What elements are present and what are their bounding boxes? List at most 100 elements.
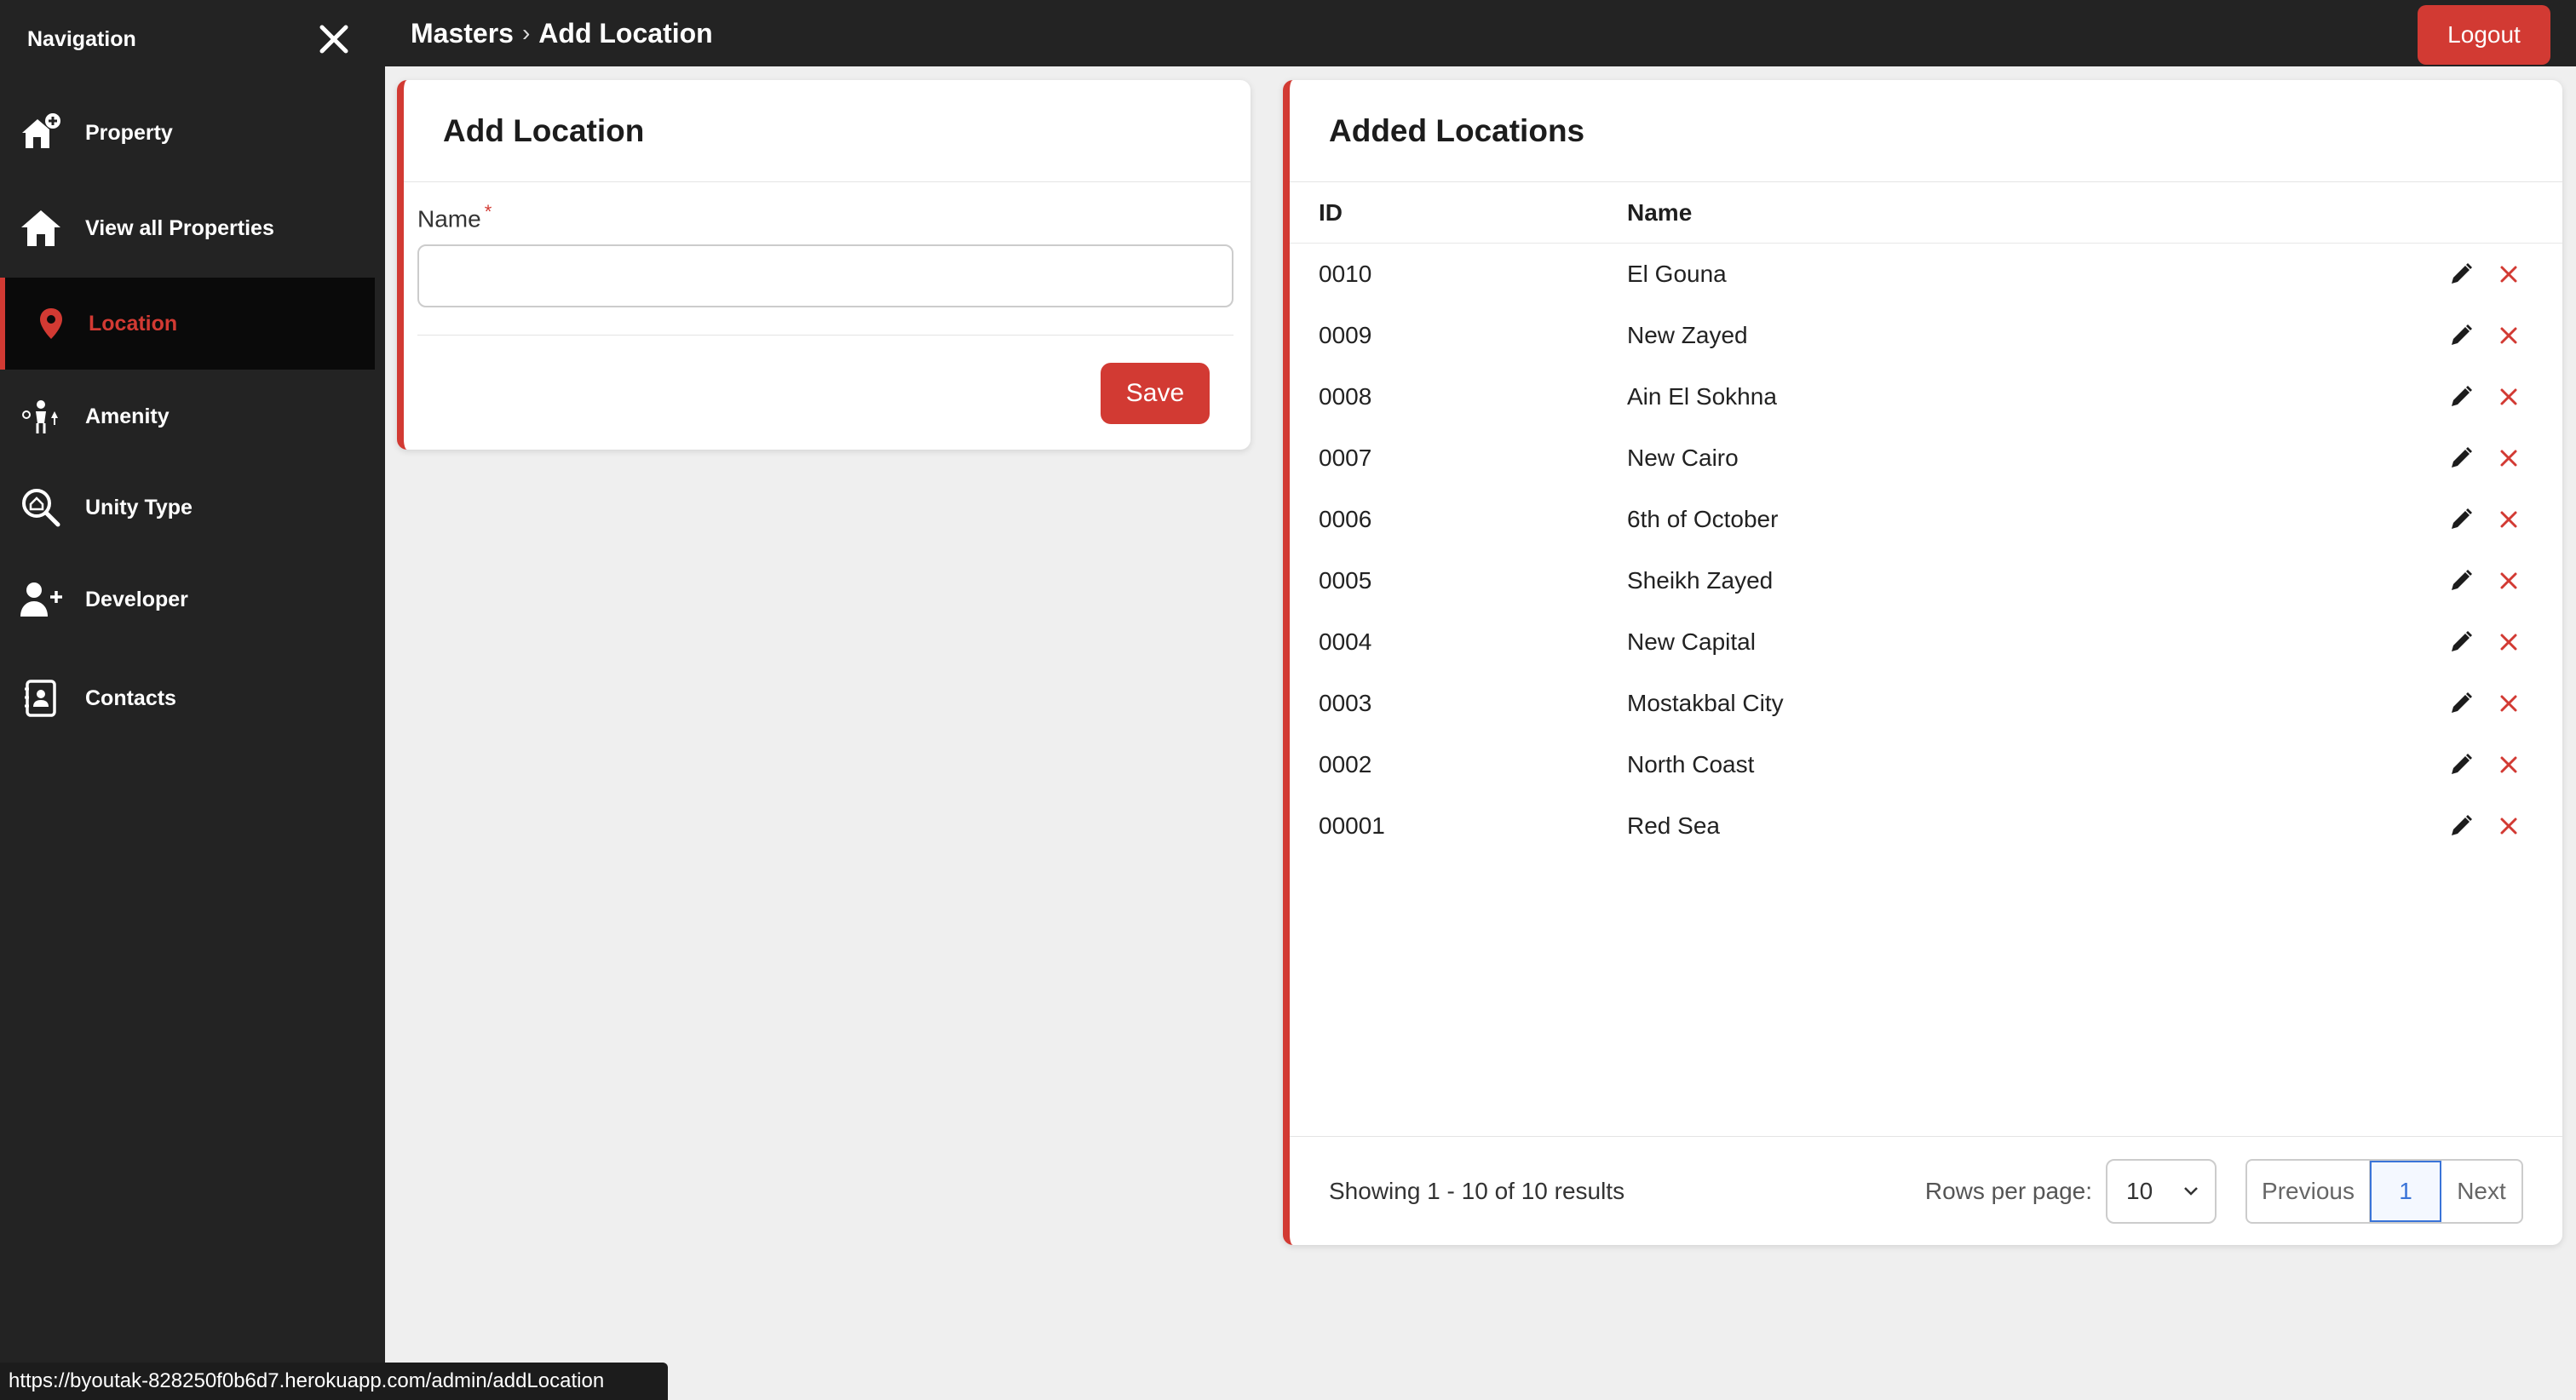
name-field-label: Name * — [417, 201, 1237, 232]
pencil-icon — [2452, 754, 2472, 774]
row-id: 0010 — [1319, 261, 1372, 287]
sidebar-item-label: Unity Type — [85, 495, 193, 519]
row-actions — [2447, 321, 2562, 350]
edit-button[interactable] — [2447, 444, 2475, 473]
table-row: 0009 New Zayed — [1290, 305, 2562, 366]
table-row: 0006 6th of October — [1290, 489, 2562, 550]
table-footer: Showing 1 - 10 of 10 results Rows per pa… — [1290, 1136, 2562, 1245]
table-row: 0002 North Coast — [1290, 734, 2562, 795]
close-icon — [2500, 818, 2517, 835]
close-icon — [2500, 266, 2517, 283]
row-actions — [2447, 505, 2562, 534]
sidebar-item-amenity[interactable]: Amenity — [0, 370, 385, 463]
close-sidebar-button[interactable] — [310, 15, 358, 63]
delete-button[interactable] — [2494, 750, 2523, 779]
close-icon — [2500, 572, 2517, 589]
column-header-name[interactable]: Name — [1627, 199, 2447, 227]
breadcrumb-separator: › — [521, 20, 531, 46]
row-name: 6th of October — [1627, 506, 1779, 532]
sidebar-item-label: Property — [85, 120, 173, 145]
row-id: 0007 — [1319, 445, 1372, 471]
sidebar-item-property[interactable]: Property — [0, 87, 385, 179]
name-label-text: Name — [417, 205, 481, 232]
pencil-icon — [2452, 386, 2472, 406]
edit-button[interactable] — [2447, 382, 2475, 411]
rows-per-page-select[interactable]: 10 — [2106, 1158, 2217, 1224]
table-row: 0008 Ain El Sokhna — [1290, 366, 2562, 427]
delete-button[interactable] — [2494, 566, 2523, 595]
row-actions — [2447, 260, 2562, 289]
pencil-icon — [2452, 692, 2472, 713]
delete-button[interactable] — [2494, 260, 2523, 289]
row-actions — [2447, 750, 2562, 779]
delete-button[interactable] — [2494, 444, 2523, 473]
row-name: El Gouna — [1627, 261, 1727, 287]
delete-button[interactable] — [2494, 505, 2523, 534]
breadcrumb-parent[interactable]: Masters — [411, 18, 514, 49]
row-name: Sheikh Zayed — [1627, 567, 1774, 594]
row-actions — [2447, 566, 2562, 595]
current-page-button[interactable]: 1 — [2370, 1160, 2441, 1222]
delete-button[interactable] — [2494, 321, 2523, 350]
row-name: Red Sea — [1627, 812, 1720, 839]
next-page-button[interactable]: Next — [2441, 1161, 2521, 1222]
pagination: Previous 1 Next — [2245, 1158, 2523, 1224]
close-icon — [2500, 756, 2517, 773]
row-actions — [2447, 812, 2562, 841]
sidebar-item-unity-type[interactable]: Unity Type — [0, 463, 385, 552]
edit-button[interactable] — [2447, 689, 2475, 718]
delete-button[interactable] — [2494, 382, 2523, 411]
sidebar: Navigation Property View all Properties … — [0, 0, 385, 1400]
sidebar-nav: Property View all Properties Location Am… — [0, 87, 385, 749]
sidebar-item-location[interactable]: Location — [0, 278, 375, 370]
close-icon — [2500, 695, 2517, 712]
edit-button[interactable] — [2447, 260, 2475, 289]
delete-button[interactable] — [2494, 812, 2523, 841]
sidebar-item-label: Contacts — [85, 686, 176, 710]
sidebar-item-contacts[interactable]: Contacts — [0, 647, 385, 749]
delete-button[interactable] — [2494, 628, 2523, 657]
map-pin-icon — [34, 300, 68, 347]
rows-per-page-value: 10 — [2126, 1177, 2153, 1204]
row-name: Mostakbal City — [1627, 690, 1784, 716]
delete-button[interactable] — [2494, 689, 2523, 718]
edit-button[interactable] — [2447, 812, 2475, 841]
name-input[interactable] — [417, 244, 1233, 308]
breadcrumb-current: Add Location — [538, 17, 713, 49]
add-location-title: Add Location — [404, 80, 1251, 182]
save-row: Save — [417, 363, 1237, 425]
row-id: 0008 — [1319, 383, 1372, 410]
table-row: 0005 Sheikh Zayed — [1290, 550, 2562, 611]
edit-button[interactable] — [2447, 566, 2475, 595]
row-name: New Cairo — [1627, 445, 1739, 471]
close-icon — [2500, 327, 2517, 344]
user-add-icon — [17, 576, 65, 623]
showing-results-text: Showing 1 - 10 of 10 results — [1329, 1177, 1625, 1204]
row-name: New Zayed — [1627, 322, 1748, 348]
table-header: ID Name — [1290, 182, 2562, 244]
pencil-icon — [2452, 324, 2472, 345]
previous-page-button[interactable]: Previous — [2247, 1160, 2370, 1222]
logout-button[interactable]: Logout — [2418, 5, 2550, 65]
edit-button[interactable] — [2447, 321, 2475, 350]
row-id: 0003 — [1319, 690, 1372, 716]
save-button[interactable]: Save — [1101, 363, 1210, 425]
sidebar-title: Navigation — [27, 26, 136, 51]
edit-button[interactable] — [2447, 750, 2475, 779]
table-row: 00001 Red Sea — [1290, 795, 2562, 857]
required-marker: * — [484, 201, 492, 222]
row-id: 0002 — [1319, 751, 1372, 777]
sidebar-item-developer[interactable]: Developer — [0, 552, 385, 647]
table-row: 0004 New Capital — [1290, 611, 2562, 673]
column-header-id[interactable]: ID — [1290, 199, 1627, 227]
sidebar-item-label: Amenity — [85, 404, 170, 428]
sidebar-item-label: View all Properties — [85, 215, 274, 240]
row-id: 0006 — [1319, 506, 1372, 532]
chevron-down-icon — [2184, 1186, 2198, 1196]
sidebar-item-view-all-properties[interactable]: View all Properties — [0, 179, 385, 278]
amenity-icon — [17, 393, 65, 440]
row-id: 0004 — [1319, 628, 1372, 655]
edit-button[interactable] — [2447, 628, 2475, 657]
edit-button[interactable] — [2447, 505, 2475, 534]
close-icon — [2500, 388, 2517, 405]
